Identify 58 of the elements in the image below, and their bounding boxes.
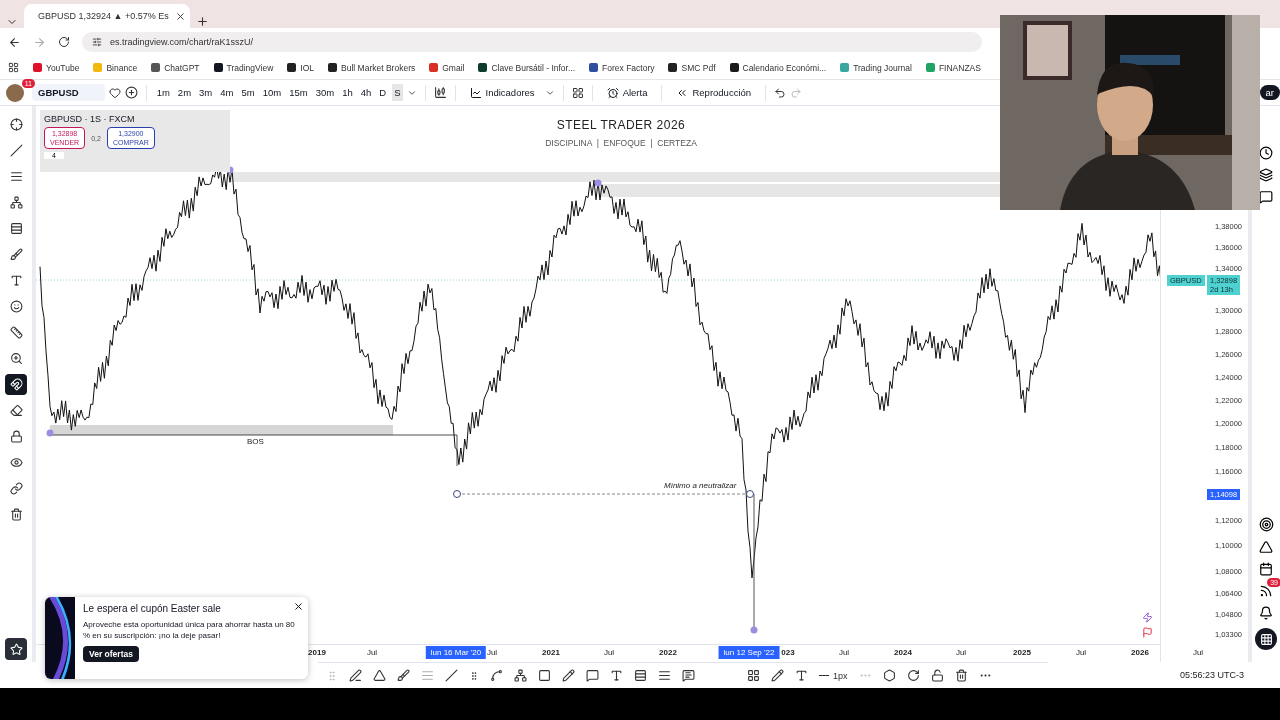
chart-subtitle: DISCIPLINA | ENFOQUE | CERTEZA	[545, 138, 697, 148]
time-label: Jul	[366, 648, 378, 657]
time-label: Jul	[955, 648, 967, 657]
interval-button[interactable]: 4m	[218, 84, 236, 101]
time-label: Jul	[486, 648, 498, 657]
interval-button[interactable]: 3m	[197, 84, 215, 101]
time-label: 023	[781, 648, 795, 657]
time-label: lun 12 Sep '22	[718, 646, 780, 659]
bookmark[interactable]: IOL	[287, 62, 315, 73]
time-label: 2024	[894, 648, 912, 657]
time-label: 2021	[542, 648, 560, 657]
symbol-search[interactable]: GBPUSD	[32, 84, 105, 101]
bookmark[interactable]: Gmail	[429, 62, 465, 73]
address-field[interactable]: es.tradingview.com/chart/raK1sszU/	[82, 32, 982, 52]
replay-button[interactable]: Reproducción	[670, 84, 758, 101]
interval-button[interactable]: 5m	[239, 84, 257, 101]
bookmark[interactable]: ChatGPT	[151, 62, 200, 73]
time-label: Jul	[838, 648, 850, 657]
bookmark[interactable]: Binance	[93, 62, 138, 73]
browser-tab[interactable]: GBPUSD 1,32924 ▲ +0.57% Es	[24, 4, 190, 28]
bookmark[interactable]: Forex Factory	[589, 62, 655, 73]
time-label: 2019	[308, 648, 326, 657]
bookmark[interactable]: YouTube	[33, 62, 80, 73]
interval-button[interactable]: 10m	[260, 84, 284, 101]
time-label: 2022	[659, 648, 677, 657]
chart-label: BOS	[247, 437, 264, 446]
line-width-button[interactable]: 1px	[819, 670, 848, 681]
interval-button[interactable]: 1m	[154, 84, 172, 101]
time-label: 2025	[1013, 648, 1031, 657]
bookmark[interactable]: Bull Market Brokers	[328, 62, 416, 73]
interval-button[interactable]: 15m	[287, 84, 310, 101]
promo-text: Aproveche esta oportunidad única para ahorrar hasta un 80 % en su suscripción: ¡no la deje pasar!	[83, 619, 296, 641]
bookmark[interactable]: FINANZAS	[925, 62, 981, 73]
promo-title: Le espera el cupón Easter sale	[83, 603, 222, 614]
bookmark[interactable]: SMC Pdf	[668, 62, 716, 73]
chart-title: STEEL TRADER 2026	[556, 118, 686, 132]
bookmark[interactable]: Clave Bursátil - Infor...	[478, 62, 576, 73]
offers-button[interactable]: Ver ofertas	[83, 646, 139, 662]
interval-button[interactable]: 4h	[358, 84, 374, 101]
symbol-title: GBPUSD · 1S · FXCM	[44, 114, 136, 124]
interval-button[interactable]: 30m	[313, 84, 337, 101]
time-label: lun 16 Mar '20	[425, 646, 487, 659]
indicators-button[interactable]: Indicadores	[463, 84, 541, 101]
bookmark[interactable]: Calendario Económi...	[729, 62, 827, 73]
time-label: 2026	[1131, 648, 1149, 657]
interval-button[interactable]: 1h	[340, 84, 355, 101]
clock-text: 05:56:23 UTC-3	[1179, 670, 1244, 680]
time-label: Jul	[1192, 648, 1204, 657]
time-label: Jul	[603, 648, 615, 657]
bookmark[interactable]: TradingView	[213, 62, 274, 73]
chart-label: Mínimo a neutralizar	[664, 481, 737, 490]
interval-button[interactable]: D	[377, 84, 389, 101]
publish-button[interactable]: ar	[1259, 85, 1280, 100]
bookmark[interactable]: Trading Journal	[840, 62, 912, 73]
interval-button[interactable]: 2m	[175, 84, 194, 101]
alert-button[interactable]: Alerta	[600, 84, 654, 101]
interval-button[interactable]: S	[392, 84, 403, 101]
time-label: Jul	[1075, 648, 1087, 657]
